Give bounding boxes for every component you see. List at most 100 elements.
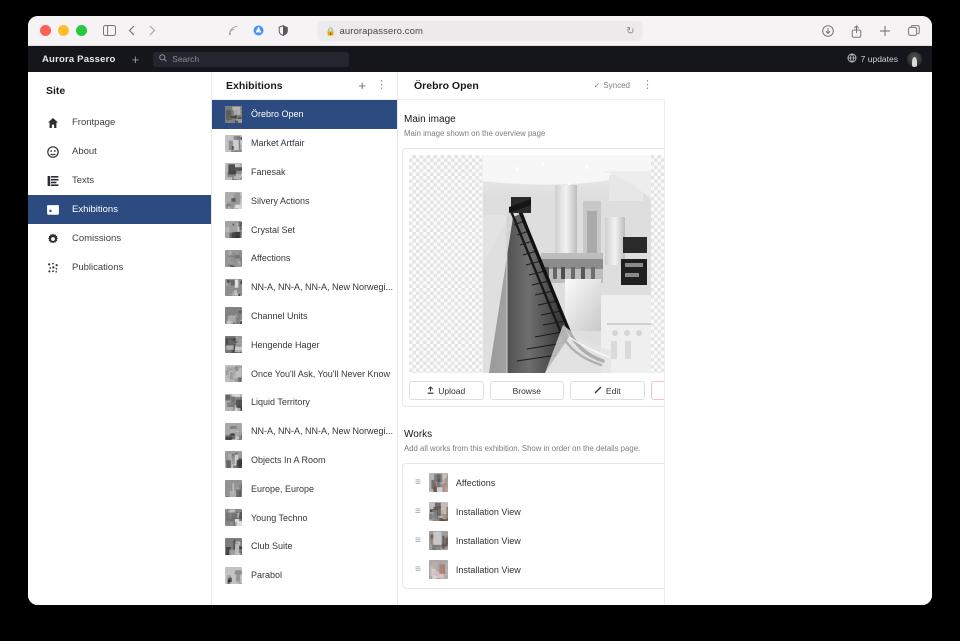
tab-overview-icon[interactable]	[908, 25, 920, 37]
share-icon[interactable]	[851, 25, 862, 38]
search-icon	[159, 54, 167, 64]
work-thumbnail	[429, 473, 448, 492]
sync-status-label: Synced	[603, 81, 630, 90]
list-item[interactable]: Once You'll Ask, You'll Never Know	[212, 359, 397, 388]
list-item[interactable]: Market Artfair	[212, 129, 397, 158]
list-item[interactable]: Örebro Open	[212, 100, 397, 129]
browser-window: 🔒 aurorapassero.com ↻ Aurora Passero +	[28, 16, 932, 605]
new-tab-icon[interactable]	[879, 25, 891, 37]
drag-handle-icon[interactable]: ≡	[415, 536, 421, 546]
list-item[interactable]: NN-A, NN-A, NN-A, New Norwegi...	[212, 273, 397, 302]
drag-handle-icon[interactable]: ≡	[415, 507, 421, 517]
exhibition-label: Parabol	[251, 570, 282, 580]
address-bar-url: aurorapassero.com	[339, 26, 423, 37]
main-image-preview[interactable]	[483, 155, 651, 373]
rss-icon[interactable]	[228, 25, 239, 36]
page-title: Örebro Open	[414, 80, 479, 92]
drag-handle-icon[interactable]: ≡	[415, 478, 421, 488]
exhibition-thumbnail	[225, 509, 242, 526]
address-bar[interactable]: 🔒 aurorapassero.com ↻	[318, 21, 643, 41]
app-tab-title[interactable]: Aurora Passero	[42, 54, 116, 65]
sidebar-item-comissions[interactable]: Comissions	[28, 224, 211, 253]
exhibitions-list-actions: + ⋮	[358, 79, 387, 92]
edit-button-label: Edit	[606, 386, 621, 396]
forward-arrow-icon[interactable]	[148, 25, 156, 36]
list-item[interactable]: Young Techno	[212, 503, 397, 532]
exhibition-label: Fanesak	[251, 167, 286, 177]
main-image-heading: Main image	[402, 114, 664, 125]
exhibition-label: Market Artfair	[251, 138, 305, 148]
app-top-bar: Aurora Passero + Search 7 updates	[28, 46, 932, 72]
extension-icon[interactable]	[253, 25, 264, 36]
exhibition-label: Liquid Territory	[251, 397, 310, 407]
exhibition-label: Young Techno	[251, 513, 308, 523]
list-item[interactable]: Liquid Territory	[212, 388, 397, 417]
list-item[interactable]: Parabol	[212, 561, 397, 590]
minimize-window-button[interactable]	[58, 25, 69, 36]
work-row[interactable]: ≡ Affections	[403, 468, 665, 497]
main-image-actions: Upload Browse Edit Remove	[409, 381, 665, 400]
sidebar-item-label: Frontpage	[72, 117, 115, 128]
maximize-window-button[interactable]	[76, 25, 87, 36]
exhibition-thumbnail	[225, 192, 242, 209]
sidebar-item-frontpage[interactable]: Frontpage	[28, 108, 211, 137]
back-arrow-icon[interactable]	[128, 25, 136, 36]
exhibition-label: NN-A, NN-A, NN-A, New Norwegi...	[251, 426, 393, 436]
work-row[interactable]: ≡Installation View	[403, 555, 665, 584]
list-item[interactable]: Europe, Europe	[212, 474, 397, 503]
work-label: Affections	[456, 478, 495, 488]
sidebar-item-texts[interactable]: Texts	[28, 166, 211, 195]
list-item[interactable]: Club Suite	[212, 532, 397, 561]
add-tab-button[interactable]: +	[132, 53, 140, 66]
search-input[interactable]: Search	[153, 52, 349, 67]
user-avatar[interactable]	[907, 52, 922, 67]
detail-overflow-menu-icon[interactable]: ⋮	[642, 80, 653, 91]
exhibition-label: Hengende Hager	[251, 340, 320, 350]
window-traffic-lights[interactable]	[28, 25, 87, 36]
work-row[interactable]: ≡Installation View	[403, 526, 665, 555]
work-label: Installation View	[456, 507, 521, 517]
exhibitions-list[interactable]: Örebro Open Market Artfair Fanesak Silvery …	[212, 100, 397, 605]
edit-button[interactable]: Edit	[570, 381, 645, 400]
exhibitions-list-panel: Exhibitions + ⋮ Örebro OpenMarket Artfai…	[212, 72, 398, 605]
list-item[interactable]: Hengende Hager	[212, 330, 397, 359]
list-item[interactable]: Affections	[212, 244, 397, 273]
search-placeholder: Search	[172, 54, 199, 64]
app-body: Site Frontpage About Texts	[28, 72, 932, 605]
exhibition-label: Örebro Open	[251, 109, 304, 119]
status-badge: ✓ Synced	[594, 81, 630, 90]
list-item[interactable]: Channel Units	[212, 302, 397, 331]
exhibition-label: Europe, Europe	[251, 484, 314, 494]
works-description: Add all works from this exhibition. Show…	[402, 440, 664, 453]
drag-handle-icon[interactable]: ≡	[415, 565, 421, 575]
work-row[interactable]: ≡ Installation View	[403, 497, 665, 526]
sidebar-item-about[interactable]: About	[28, 137, 211, 166]
exhibition-detail-panel: Örebro Open ✓ Synced ⋮ Main image Main i…	[398, 72, 665, 605]
download-icon[interactable]	[822, 25, 834, 37]
detail-content: Main image Main image shown on the overv…	[402, 100, 665, 605]
add-exhibition-button[interactable]: +	[358, 79, 366, 92]
list-item[interactable]: NN-A, NN-A, NN-A, New Norwegi...	[212, 417, 397, 446]
list-item[interactable]: Fanesak	[212, 158, 397, 187]
list-item[interactable]: Objects In A Room	[212, 446, 397, 475]
list-item[interactable]: Silvery Actions	[212, 186, 397, 215]
reload-icon[interactable]: ↻	[626, 26, 634, 37]
gear-icon	[46, 233, 59, 245]
exhibition-thumbnail	[225, 567, 242, 584]
detail-header: Örebro Open ✓ Synced ⋮	[398, 72, 665, 100]
sidebar-item-publications[interactable]: Publications	[28, 253, 211, 282]
close-window-button[interactable]	[40, 25, 51, 36]
sidebar-toggle-icon[interactable]	[103, 25, 116, 36]
list-item[interactable]: Crystal Set	[212, 215, 397, 244]
sidebar-item-exhibitions[interactable]: Exhibitions	[28, 195, 211, 224]
exhibition-label: Channel Units	[251, 311, 308, 321]
check-icon: ✓	[594, 81, 601, 90]
remove-button[interactable]: Remove	[651, 381, 666, 400]
exhibitions-overflow-menu-icon[interactable]: ⋮	[376, 80, 387, 91]
text-lines-icon	[46, 175, 59, 187]
browse-button[interactable]: Browse	[490, 381, 565, 400]
upload-button[interactable]: Upload	[409, 381, 484, 400]
works-list[interactable]: ≡Affections≡Installation View≡Installati…	[402, 463, 665, 589]
updates-indicator[interactable]: 7 updates	[847, 50, 898, 68]
reader-contrast-icon[interactable]	[278, 25, 289, 36]
